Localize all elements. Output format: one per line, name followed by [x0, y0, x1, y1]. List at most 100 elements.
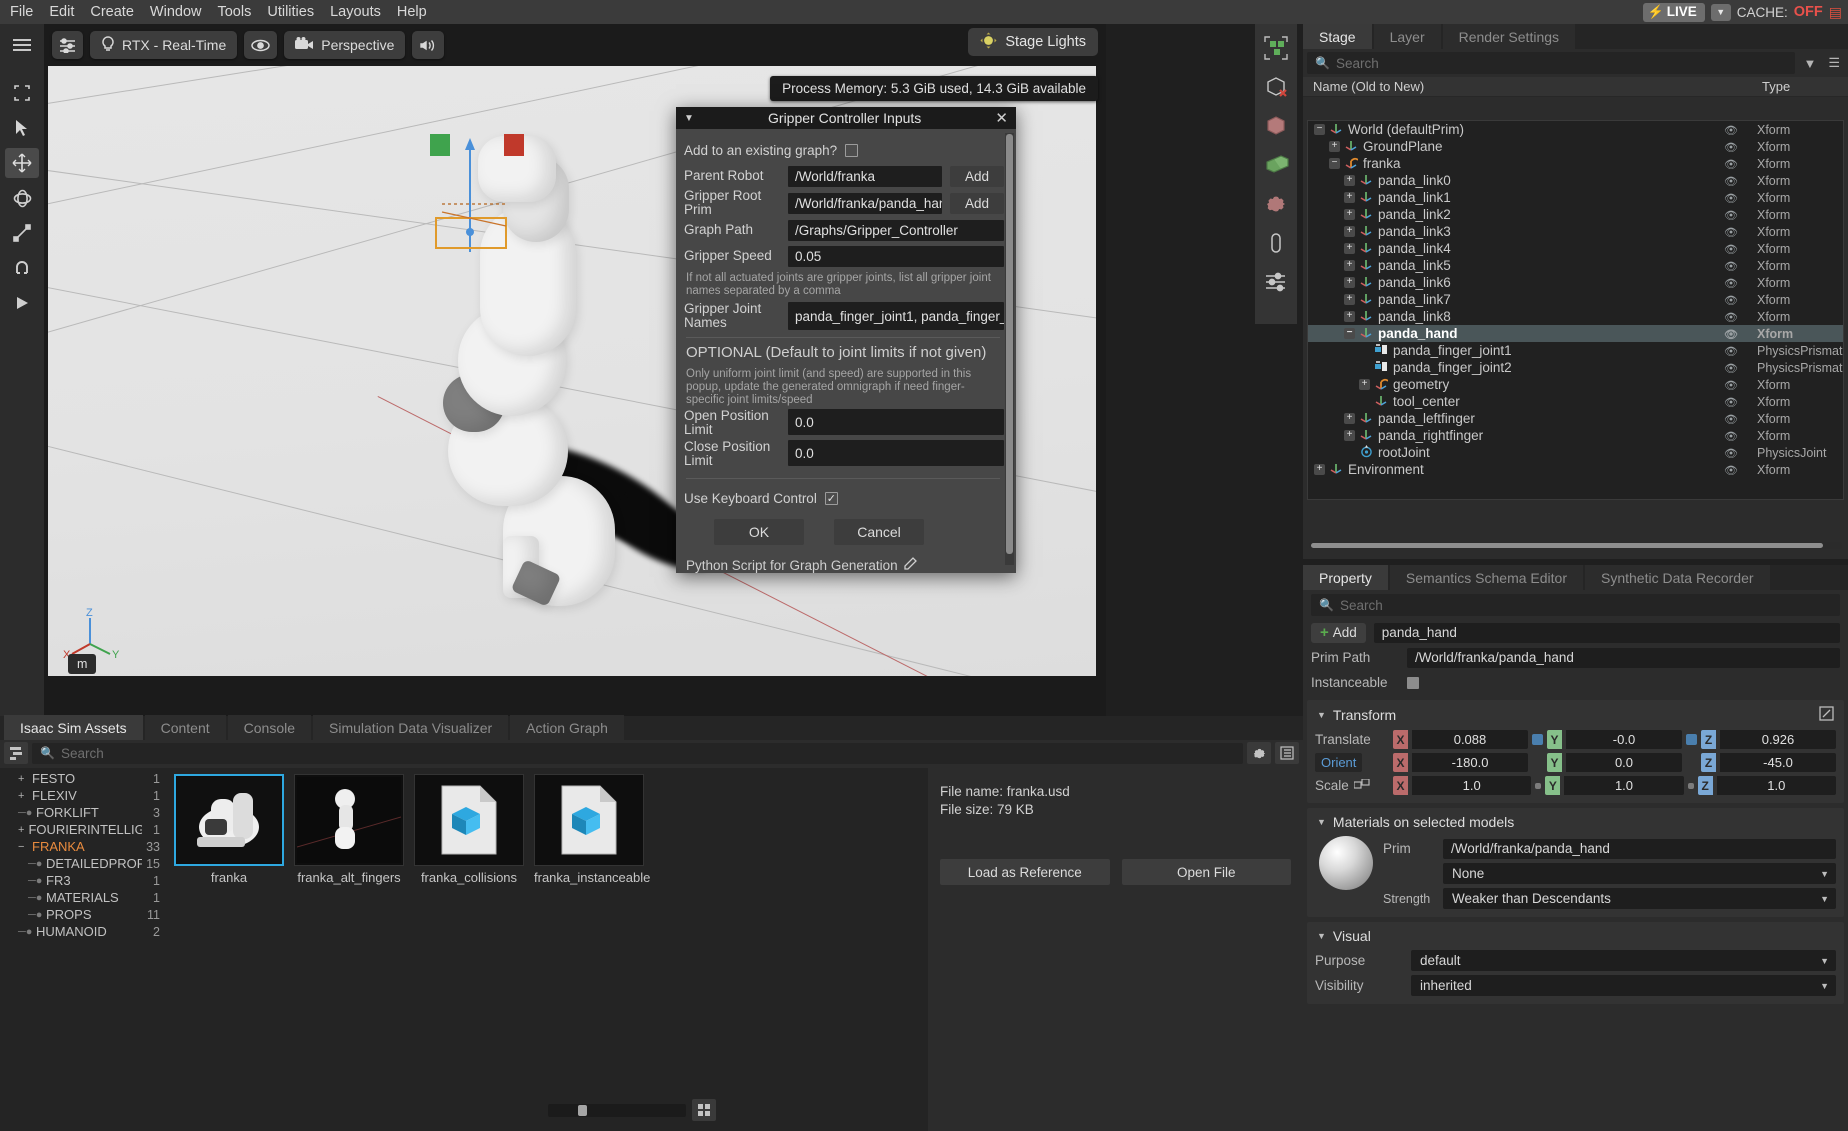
triangle-down-icon[interactable]: ▼ [684, 113, 694, 124]
material-dropdown[interactable]: None ▼ [1443, 863, 1836, 884]
stage-tree-row-rootjoint[interactable]: rootJoint 👁 PhysicsJoint [1308, 444, 1843, 461]
dialog-title-bar[interactable]: ▼ Gripper Controller Inputs ✕ [676, 107, 1016, 129]
asset-item-franka_instanceable[interactable]: franka_instanceable [534, 774, 650, 885]
menu-hamburger-icon[interactable] [5, 30, 39, 60]
column-header-name[interactable]: Name (Old to New) [1303, 79, 1716, 94]
stage-tree-row-environment[interactable]: + Environment 👁 Xform [1308, 461, 1843, 478]
visibility-eye-icon[interactable]: 👁 [1711, 292, 1751, 307]
stage-tree-row-panda-link4[interactable]: + panda_link4 👁 Xform [1308, 240, 1843, 257]
visibility-eye-icon[interactable]: 👁 [1711, 207, 1751, 222]
green-cube-icon[interactable] [1258, 147, 1294, 183]
translate-link-toggle[interactable] [1686, 734, 1697, 745]
stage-tree-row-groundplane[interactable]: + GroundPlane 👁 Xform [1308, 138, 1843, 155]
tab-action-graph[interactable]: Action Graph [510, 715, 624, 740]
list-options-icon[interactable]: ☰ [1824, 55, 1844, 71]
visibility-eye-icon[interactable]: 👁 [1711, 428, 1751, 443]
visibility-eye-icon[interactable]: 👁 [1711, 411, 1751, 426]
visibility-eye-icon[interactable]: 👁 [1711, 173, 1751, 188]
stage-tree-row-panda-link7[interactable]: + panda_link7 👁 Xform [1308, 291, 1843, 308]
assets-category-tree[interactable]: + FESTO 1 + FLEXIV 1 ─● FORKLIFT 3 + FOURIERINTELL… [0, 768, 168, 1131]
asset-category-materials[interactable]: ─● MATERIALS 1 [0, 889, 168, 906]
gripper-joint-names-field[interactable]: panda_finger_joint1, panda_finger_joint2 [788, 302, 1004, 330]
scale-y-field[interactable]: 1.0 [1564, 776, 1684, 795]
menu-item-create[interactable]: Create [90, 4, 134, 20]
tree-expand-icon[interactable]: + [18, 790, 28, 802]
translate-z-field[interactable]: 0.926 [1720, 730, 1836, 749]
gripper-root-prim-add-button[interactable]: Add [950, 192, 1004, 214]
asset-category-props[interactable]: ─● PROPS 11 [0, 906, 168, 923]
stage-tree-row-panda-link8[interactable]: + panda_link8 👁 Xform [1308, 308, 1843, 325]
column-header-type[interactable]: Type [1756, 79, 1848, 94]
translate-link-toggle[interactable] [1532, 734, 1543, 745]
filter-icon[interactable]: ▼ [1799, 56, 1820, 71]
visual-section-header[interactable]: ▼ Visual [1307, 926, 1844, 948]
visibility-eye-icon[interactable]: 👁 [1711, 258, 1751, 273]
gripper-root-prim-field[interactable]: /World/franka/panda_hand [788, 192, 942, 214]
asset-thumbnail[interactable] [174, 774, 284, 866]
parent-robot-field[interactable]: /World/franka [788, 165, 942, 187]
purpose-dropdown[interactable]: default ▼ [1411, 950, 1836, 971]
orient-z-field[interactable]: -45.0 [1720, 753, 1836, 772]
tree-expander-icon[interactable]: + [1344, 294, 1355, 305]
asset-item-franka[interactable]: franka [174, 774, 284, 885]
tree-expander-icon[interactable]: + [1359, 379, 1370, 390]
gripper-controller-inputs-dialog[interactable]: ▼ Gripper Controller Inputs ✕ Add to an … [676, 107, 1016, 573]
stage-tree-row-panda-rightfinger[interactable]: + panda_rightfinger 👁 Xform [1308, 427, 1843, 444]
tree-expander-icon[interactable]: + [1344, 243, 1355, 254]
tree-expander-icon[interactable]: − [1329, 158, 1340, 169]
assets-search-input[interactable]: 🔍 Search [32, 742, 1243, 764]
tree-expander-icon[interactable]: + [1344, 175, 1355, 186]
stage-tree-row-panda-leftfinger[interactable]: + panda_leftfinger 👁 Xform [1308, 410, 1843, 427]
edit-pencil-icon[interactable] [903, 557, 917, 573]
bounding-box-icon[interactable] [1258, 30, 1294, 66]
prim-name-field[interactable]: panda_hand [1373, 622, 1840, 643]
menu-item-edit[interactable]: Edit [49, 4, 74, 20]
capsule-icon[interactable] [1258, 225, 1294, 261]
stage-tree-row-franka[interactable]: − franka 👁 Xform [1308, 155, 1843, 172]
ok-button[interactable]: OK [714, 519, 804, 545]
stage-search-input[interactable]: 🔍 Search [1307, 52, 1796, 74]
asset-thumbnail[interactable] [414, 774, 524, 866]
stage-tree-row-panda-finger-joint1[interactable]: panda_finger_joint1 👁 PhysicsPrismatic [1308, 342, 1843, 359]
sliders-icon[interactable] [52, 31, 83, 59]
assets-zoom-slider[interactable] [548, 1103, 686, 1117]
tree-expander-icon[interactable]: + [1314, 464, 1325, 475]
stage-tree-row-world-defaultprim-[interactable]: − World (defaultPrim) 👁 Xform [1308, 121, 1843, 138]
asset-category-fr3[interactable]: ─● FR3 1 [0, 872, 168, 889]
python-script-footer[interactable]: Python Script for Graph Generation [680, 545, 1006, 573]
stage-horizontal-scrollbar[interactable] [1309, 542, 1842, 549]
asset-category-detailedprops[interactable]: ─●DETAILEDPROPS 15 [0, 855, 168, 872]
tree-collapse-icon[interactable]: − [18, 841, 28, 853]
translate-gizmo[interactable] [422, 124, 542, 254]
stage-tree-row-panda-link5[interactable]: + panda_link5 👁 Xform [1308, 257, 1843, 274]
tree-expander-icon[interactable]: + [1344, 192, 1355, 203]
stage-tree[interactable]: − World (defaultPrim) 👁 Xform + GroundPlane 👁 X… [1307, 120, 1844, 500]
tree-expander-icon[interactable]: − [1314, 124, 1325, 135]
visibility-eye-icon[interactable]: 👁 [1711, 139, 1751, 154]
asset-category-festo[interactable]: + FESTO 1 [0, 770, 168, 787]
camera-selector[interactable]: Perspective [284, 31, 406, 59]
viewport-unit-badge[interactable]: m [68, 654, 97, 674]
translate-y-field[interactable]: -0.0 [1566, 730, 1682, 749]
material-prim-field[interactable]: /World/franka/panda_hand [1443, 838, 1836, 859]
menu-item-utilities[interactable]: Utilities [267, 4, 314, 20]
tree-filter-icon[interactable] [4, 742, 28, 764]
transform-section-header[interactable]: ▼ Transform [1307, 704, 1844, 728]
close-position-limit-field[interactable]: 0.0 [788, 440, 1004, 466]
tree-expander-icon[interactable]: + [1344, 413, 1355, 424]
list-view-icon[interactable] [1275, 742, 1299, 764]
orient-x-field[interactable]: -180.0 [1412, 753, 1528, 772]
stage-tree-row-panda-link3[interactable]: + panda_link3 👁 Xform [1308, 223, 1843, 240]
visibility-eye-icon[interactable]: 👁 [1711, 309, 1751, 324]
stage-lights-button[interactable]: Stage Lights [968, 28, 1098, 56]
parent-robot-add-button[interactable]: Add [950, 165, 1004, 187]
live-button[interactable]: ⚡ LIVE [1642, 2, 1705, 22]
tree-expander-icon[interactable]: − [1344, 328, 1355, 339]
asset-category-fourierintelligenc[interactable]: +FOURIERINTELLIGENC 1 [0, 821, 168, 838]
cancel-button[interactable]: Cancel [834, 519, 924, 545]
tab-synthetic-data-recorder[interactable]: Synthetic Data Recorder [1585, 565, 1770, 590]
instanceable-checkbox[interactable] [1407, 676, 1419, 689]
menu-item-tools[interactable]: Tools [217, 4, 251, 20]
load-as-reference-button[interactable]: Load as Reference [940, 859, 1110, 885]
close-icon[interactable]: ✕ [995, 109, 1008, 127]
